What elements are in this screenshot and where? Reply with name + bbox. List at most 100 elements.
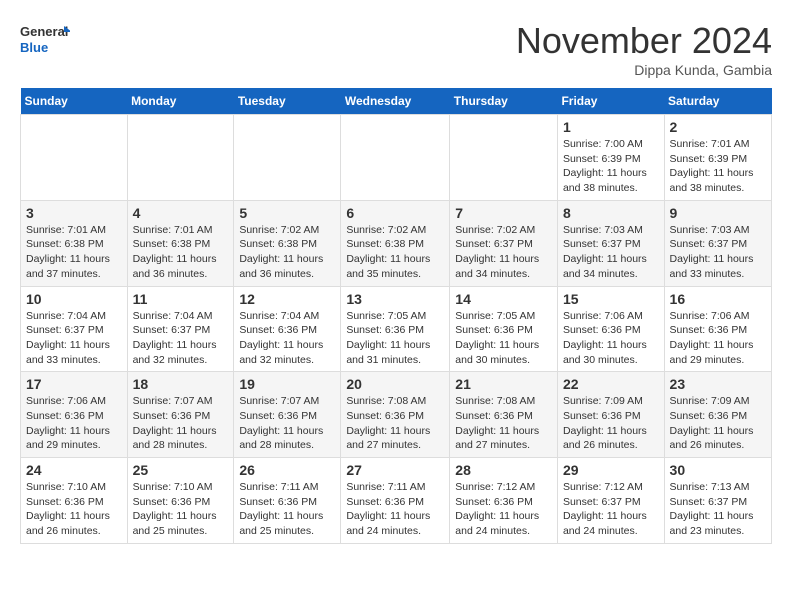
day-number: 8: [563, 205, 659, 221]
day-info: Sunrise: 7:09 AM Sunset: 6:36 PM Dayligh…: [670, 394, 766, 453]
day-number: 27: [346, 462, 444, 478]
day-number: 23: [670, 376, 766, 392]
day-number: 15: [563, 291, 659, 307]
day-info: Sunrise: 7:12 AM Sunset: 6:37 PM Dayligh…: [563, 480, 659, 539]
logo: General Blue: [20, 20, 70, 64]
title-block: November 2024 Dippa Kunda, Gambia: [516, 20, 772, 78]
weekday-header-row: SundayMondayTuesdayWednesdayThursdayFrid…: [21, 88, 772, 115]
day-number: 19: [239, 376, 335, 392]
calendar-cell: 18 Sunrise: 7:07 AM Sunset: 6:36 PM Dayli…: [127, 372, 234, 458]
day-info: Sunrise: 7:01 AM Sunset: 6:38 PM Dayligh…: [26, 223, 122, 282]
calendar-cell: 1 Sunrise: 7:00 AM Sunset: 6:39 PM Daylig…: [557, 115, 664, 201]
svg-text:Blue: Blue: [20, 40, 48, 55]
svg-text:General: General: [20, 24, 68, 39]
calendar-cell: [21, 115, 128, 201]
day-number: 25: [133, 462, 229, 478]
calendar-cell: 15 Sunrise: 7:06 AM Sunset: 6:36 PM Dayli…: [557, 286, 664, 372]
day-info: Sunrise: 7:02 AM Sunset: 6:38 PM Dayligh…: [239, 223, 335, 282]
day-number: 11: [133, 291, 229, 307]
calendar-cell: 2Sunrise: 7:01 AM Sunset: 6:39 PM Daylig…: [664, 115, 771, 201]
calendar-cell: [450, 115, 558, 201]
calendar-cell: 11 Sunrise: 7:04 AM Sunset: 6:37 PM Dayli…: [127, 286, 234, 372]
calendar-cell: 9Sunrise: 7:03 AM Sunset: 6:37 PM Daylig…: [664, 200, 771, 286]
weekday-header-wednesday: Wednesday: [341, 88, 450, 115]
calendar-cell: 21Sunrise: 7:08 AM Sunset: 6:36 PM Dayli…: [450, 372, 558, 458]
day-info: Sunrise: 7:10 AM Sunset: 6:36 PM Dayligh…: [26, 480, 122, 539]
day-info: Sunrise: 7:07 AM Sunset: 6:36 PM Dayligh…: [239, 394, 335, 453]
day-number: 20: [346, 376, 444, 392]
month-title: November 2024: [516, 20, 772, 62]
day-info: Sunrise: 7:08 AM Sunset: 6:36 PM Dayligh…: [455, 394, 552, 453]
calendar-cell: 25 Sunrise: 7:10 AM Sunset: 6:36 PM Dayli…: [127, 458, 234, 544]
calendar-cell: 4 Sunrise: 7:01 AM Sunset: 6:38 PM Daylig…: [127, 200, 234, 286]
day-number: 26: [239, 462, 335, 478]
calendar-cell: 3 Sunrise: 7:01 AM Sunset: 6:38 PM Daylig…: [21, 200, 128, 286]
day-number: 4: [133, 205, 229, 221]
calendar-table: SundayMondayTuesdayWednesdayThursdayFrid…: [20, 88, 772, 544]
calendar-week-row: 3 Sunrise: 7:01 AM Sunset: 6:38 PM Daylig…: [21, 200, 772, 286]
weekday-header-saturday: Saturday: [664, 88, 771, 115]
calendar-cell: 7 Sunrise: 7:02 AM Sunset: 6:37 PM Daylig…: [450, 200, 558, 286]
weekday-header-monday: Monday: [127, 88, 234, 115]
calendar-week-row: 1 Sunrise: 7:00 AM Sunset: 6:39 PM Daylig…: [21, 115, 772, 201]
day-info: Sunrise: 7:00 AM Sunset: 6:39 PM Dayligh…: [563, 137, 659, 196]
day-number: 10: [26, 291, 122, 307]
day-info: Sunrise: 7:06 AM Sunset: 6:36 PM Dayligh…: [563, 309, 659, 368]
calendar-cell: 5Sunrise: 7:02 AM Sunset: 6:38 PM Daylig…: [234, 200, 341, 286]
page-header: General Blue November 2024 Dippa Kunda, …: [20, 20, 772, 78]
calendar-cell: 6Sunrise: 7:02 AM Sunset: 6:38 PM Daylig…: [341, 200, 450, 286]
day-number: 18: [133, 376, 229, 392]
calendar-cell: 14Sunrise: 7:05 AM Sunset: 6:36 PM Dayli…: [450, 286, 558, 372]
day-info: Sunrise: 7:04 AM Sunset: 6:37 PM Dayligh…: [133, 309, 229, 368]
calendar-cell: 20 Sunrise: 7:08 AM Sunset: 6:36 PM Dayli…: [341, 372, 450, 458]
day-number: 6: [346, 205, 444, 221]
calendar-cell: 10Sunrise: 7:04 AM Sunset: 6:37 PM Dayli…: [21, 286, 128, 372]
calendar-cell: 16 Sunrise: 7:06 AM Sunset: 6:36 PM Dayli…: [664, 286, 771, 372]
calendar-cell: [127, 115, 234, 201]
weekday-header-thursday: Thursday: [450, 88, 558, 115]
day-info: Sunrise: 7:11 AM Sunset: 6:36 PM Dayligh…: [346, 480, 444, 539]
day-number: 28: [455, 462, 552, 478]
day-info: Sunrise: 7:02 AM Sunset: 6:37 PM Dayligh…: [455, 223, 552, 282]
day-number: 12: [239, 291, 335, 307]
day-info: Sunrise: 7:03 AM Sunset: 6:37 PM Dayligh…: [563, 223, 659, 282]
day-info: Sunrise: 7:13 AM Sunset: 6:37 PM Dayligh…: [670, 480, 766, 539]
day-info: Sunrise: 7:03 AM Sunset: 6:37 PM Dayligh…: [670, 223, 766, 282]
day-number: 1: [563, 119, 659, 135]
day-info: Sunrise: 7:05 AM Sunset: 6:36 PM Dayligh…: [346, 309, 444, 368]
weekday-header-tuesday: Tuesday: [234, 88, 341, 115]
day-number: 16: [670, 291, 766, 307]
calendar-cell: 12 Sunrise: 7:04 AM Sunset: 6:36 PM Dayli…: [234, 286, 341, 372]
calendar-week-row: 24 Sunrise: 7:10 AM Sunset: 6:36 PM Dayli…: [21, 458, 772, 544]
calendar-cell: 13 Sunrise: 7:05 AM Sunset: 6:36 PM Dayli…: [341, 286, 450, 372]
calendar-cell: 22Sunrise: 7:09 AM Sunset: 6:36 PM Dayli…: [557, 372, 664, 458]
day-info: Sunrise: 7:01 AM Sunset: 6:39 PM Dayligh…: [670, 137, 766, 196]
day-info: Sunrise: 7:01 AM Sunset: 6:38 PM Dayligh…: [133, 223, 229, 282]
calendar-week-row: 17 Sunrise: 7:06 AM Sunset: 6:36 PM Dayli…: [21, 372, 772, 458]
weekday-header-friday: Friday: [557, 88, 664, 115]
day-info: Sunrise: 7:12 AM Sunset: 6:36 PM Dayligh…: [455, 480, 552, 539]
day-number: 30: [670, 462, 766, 478]
day-info: Sunrise: 7:04 AM Sunset: 6:36 PM Dayligh…: [239, 309, 335, 368]
day-info: Sunrise: 7:06 AM Sunset: 6:36 PM Dayligh…: [26, 394, 122, 453]
day-info: Sunrise: 7:10 AM Sunset: 6:36 PM Dayligh…: [133, 480, 229, 539]
day-info: Sunrise: 7:06 AM Sunset: 6:36 PM Dayligh…: [670, 309, 766, 368]
day-info: Sunrise: 7:11 AM Sunset: 6:36 PM Dayligh…: [239, 480, 335, 539]
calendar-cell: 30 Sunrise: 7:13 AM Sunset: 6:37 PM Dayli…: [664, 458, 771, 544]
day-number: 3: [26, 205, 122, 221]
calendar-cell: 23 Sunrise: 7:09 AM Sunset: 6:36 PM Dayli…: [664, 372, 771, 458]
day-number: 7: [455, 205, 552, 221]
calendar-cell: 26 Sunrise: 7:11 AM Sunset: 6:36 PM Dayli…: [234, 458, 341, 544]
day-number: 13: [346, 291, 444, 307]
calendar-cell: 29 Sunrise: 7:12 AM Sunset: 6:37 PM Dayli…: [557, 458, 664, 544]
calendar-week-row: 10 Sunrise: 7:04 AM Sunset: 6:37 PM Dayli…: [21, 286, 772, 372]
day-number: 17: [26, 376, 122, 392]
day-number: 29: [563, 462, 659, 478]
day-number: 24: [26, 462, 122, 478]
calendar-cell: 19 Sunrise: 7:07 AM Sunset: 6:36 PM Dayli…: [234, 372, 341, 458]
logo-svg: General Blue: [20, 20, 70, 64]
calendar-cell: [234, 115, 341, 201]
day-info: Sunrise: 7:08 AM Sunset: 6:36 PM Dayligh…: [346, 394, 444, 453]
weekday-header-sunday: Sunday: [21, 88, 128, 115]
day-info: Sunrise: 7:07 AM Sunset: 6:36 PM Dayligh…: [133, 394, 229, 453]
